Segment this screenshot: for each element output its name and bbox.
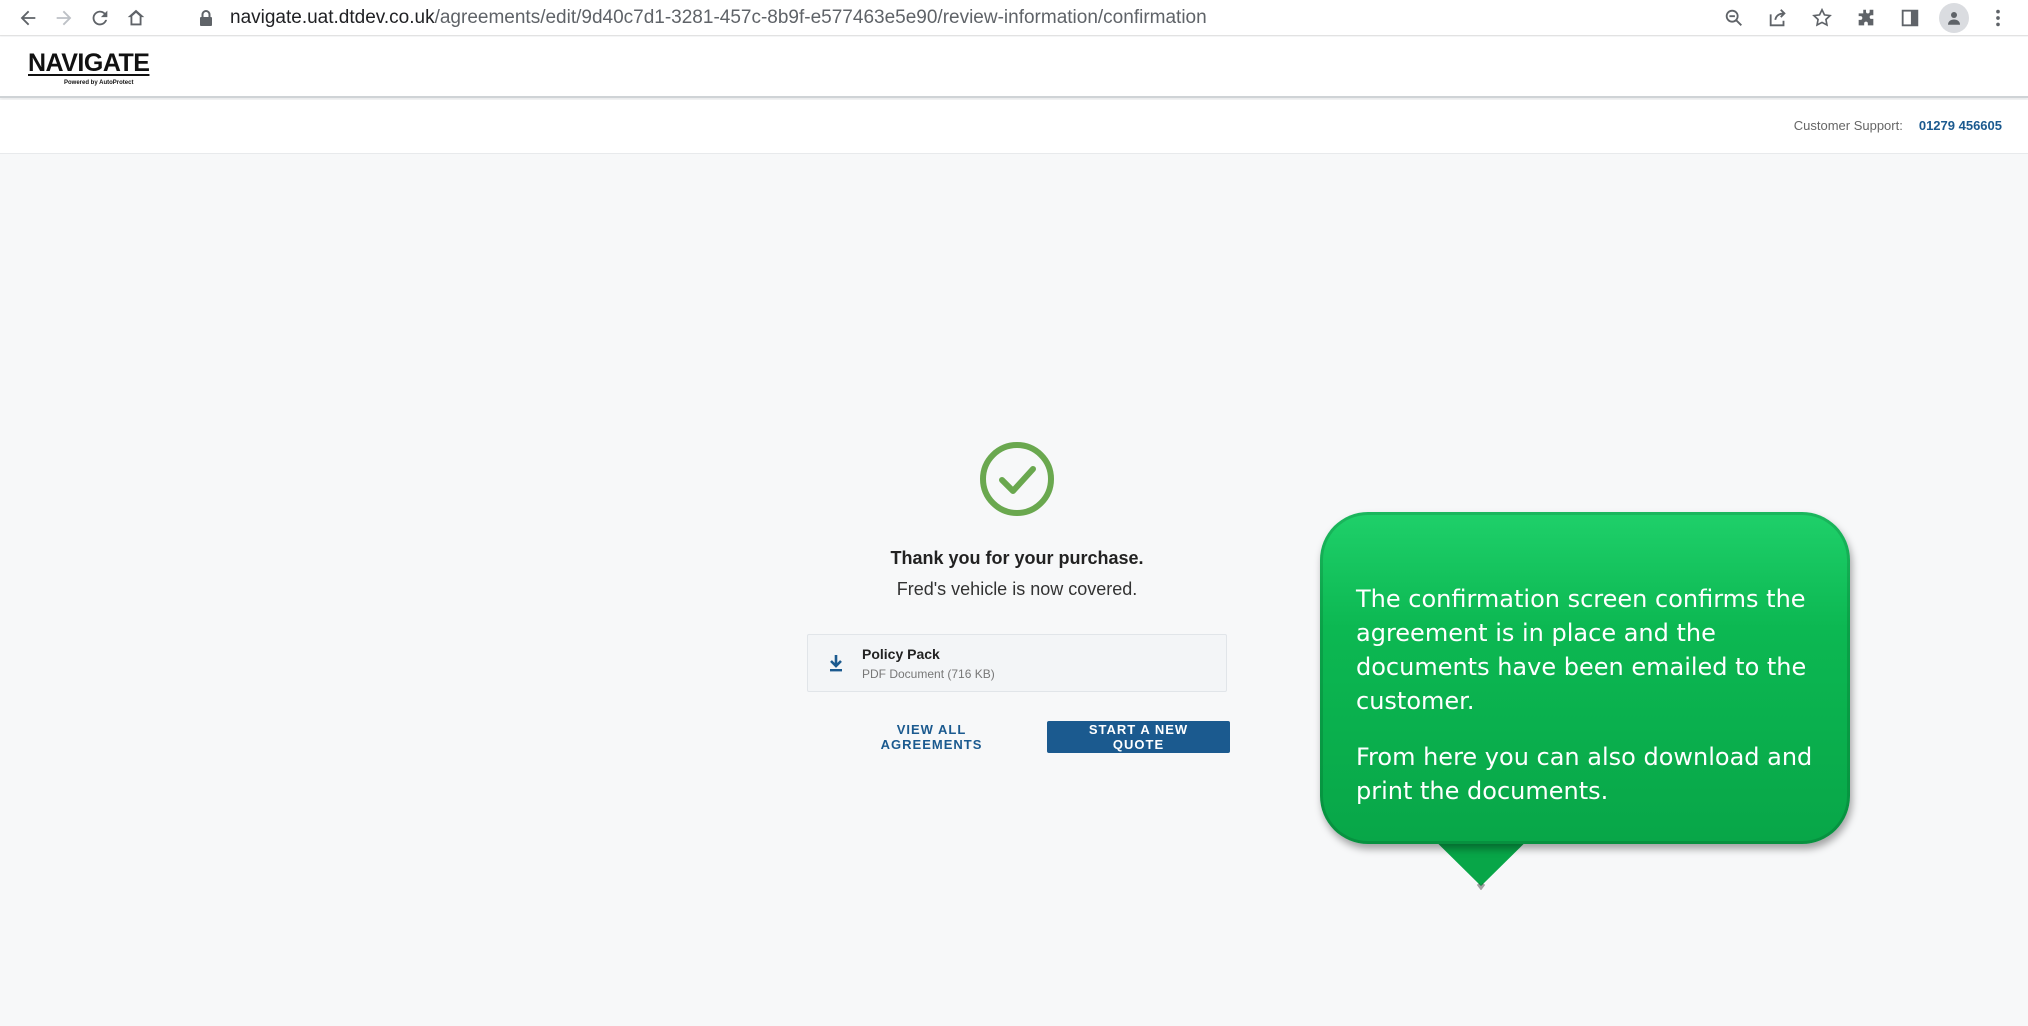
- zoom-icon: [1725, 9, 1742, 26]
- browser-actions: [1712, 0, 2020, 36]
- share-button[interactable]: [1756, 0, 1800, 36]
- bookmark-button[interactable]: [1800, 0, 1844, 36]
- support-label: Customer Support:: [1793, 118, 1903, 133]
- browser-toolbar: navigate.uat.dtdev.co.uk/agreements/edit…: [0, 0, 2028, 36]
- avatar: [1939, 2, 1969, 33]
- logo-tagline: Powered by AutoProtect: [64, 80, 134, 86]
- star-icon: [1812, 7, 1832, 26]
- document-title: Policy Pack: [862, 645, 940, 662]
- home-icon: [127, 9, 145, 25]
- kebab-menu-icon: [1996, 9, 2000, 26]
- arrow-right-icon: [56, 10, 72, 25]
- coverage-message: Fred's vehicle is now covered.: [896, 579, 1138, 599]
- reload-icon: [92, 10, 108, 25]
- callout-paragraph-1: The confirmation screen confirms the agr…: [1356, 585, 1807, 715]
- confirmation-panel: Thank you for your purchase. Fred's vehi…: [770, 440, 1264, 600]
- navigate-logo[interactable]: NAVIGATE Powered by AutoProtect: [28, 49, 150, 87]
- customer-support: Customer Support: 01279 456605: [1794, 118, 2002, 133]
- share-icon: [1769, 8, 1786, 26]
- confirmation-actions: VIEW ALL AGREEMENTS START A NEW QUOTE: [830, 721, 1230, 753]
- extensions-button[interactable]: [1844, 0, 1888, 36]
- view-all-agreements-button[interactable]: VIEW ALL AGREEMENTS: [830, 721, 1033, 753]
- callout-paragraph-2: From here you can also download and prin…: [1356, 743, 1813, 805]
- support-bar: Customer Support: 01279 456605: [0, 100, 2028, 154]
- side-panel-button[interactable]: [1888, 0, 1932, 36]
- url-host: navigate.uat.dtdev.co.uk: [230, 6, 435, 28]
- document-info: Policy Pack PDF Document (716 KB): [862, 646, 995, 681]
- policy-pack-download[interactable]: Policy Pack PDF Document (716 KB): [807, 634, 1227, 692]
- browser-menu-button[interactable]: [1976, 0, 2020, 36]
- logo-wordmark: NAVIGATE: [28, 49, 150, 77]
- start-new-quote-button[interactable]: START A NEW QUOTE: [1047, 721, 1230, 753]
- profile-button[interactable]: [1932, 0, 1976, 36]
- puzzle-icon: [1858, 9, 1874, 25]
- reload-button[interactable]: [82, 0, 118, 36]
- app-header: NAVIGATE Powered by AutoProtect: [0, 37, 2028, 98]
- arrow-left-icon: [20, 10, 36, 25]
- support-phone-link[interactable]: 01279 456605: [1919, 118, 2002, 133]
- url-path: /agreements/edit/9d40c7d1-3281-457c-8b9f…: [434, 6, 1207, 28]
- zoom-button[interactable]: [1712, 0, 1756, 36]
- callout-bubble: The confirmation screen confirms the agr…: [1320, 512, 1850, 890]
- person-icon: [1948, 11, 1960, 25]
- thank-you-heading: Thank you for your purchase.: [890, 548, 1144, 568]
- forward-button[interactable]: [46, 0, 82, 36]
- url-text: navigate.uat.dtdev.co.uk/agreements/edit…: [230, 7, 1207, 29]
- back-button[interactable]: [10, 0, 46, 36]
- check-circle-icon: [980, 442, 1054, 516]
- home-button[interactable]: [118, 0, 154, 36]
- address-bar[interactable]: navigate.uat.dtdev.co.uk/agreements/edit…: [198, 0, 1712, 36]
- download-icon: [830, 655, 842, 672]
- document-meta: PDF Document (716 KB): [862, 666, 995, 681]
- lock-icon: [200, 9, 212, 26]
- side-panel-icon: [1901, 9, 1919, 26]
- callout-text: The confirmation screen confirms the agr…: [1356, 582, 1826, 808]
